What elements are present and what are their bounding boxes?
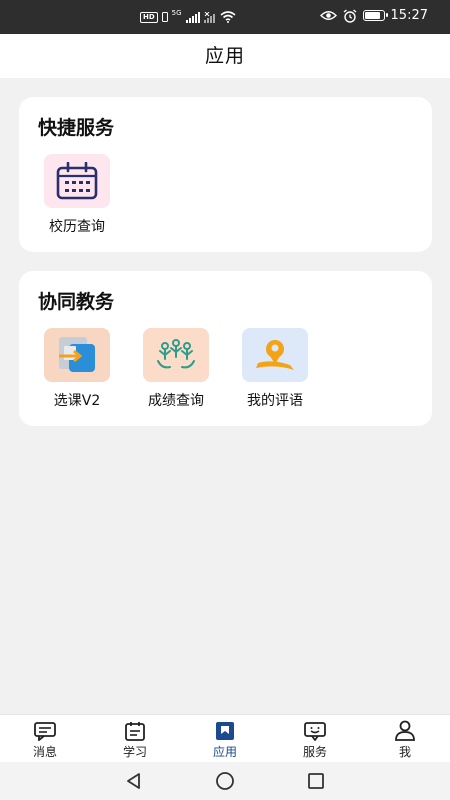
status-bar: HD 5G 15:27 [0,0,450,34]
app-calendar-query[interactable]: 校历查询 [32,154,122,236]
app-course-selection[interactable]: 选课V2 [32,328,122,410]
nav-label: 学习 [122,745,147,759]
calendar-icon [56,162,98,200]
alarm-icon [343,8,356,23]
nav-label: 应用 [212,745,237,759]
recents-icon[interactable] [307,772,325,790]
section-title: 快捷服务 [38,117,115,139]
network-status: HD 5G [140,9,236,24]
course-select-icon [59,337,95,372]
apps-icon [216,721,234,740]
app-label: 成绩查询 [148,393,204,409]
app-my-comments[interactable]: 我的评语 [230,328,320,410]
nav-apps[interactable]: 应用 [180,715,270,762]
home-icon[interactable] [215,771,235,791]
network-type: 5G [171,9,182,17]
nav-messages[interactable]: 消息 [0,715,90,762]
location-comment-icon [256,340,294,370]
signal-no-sim-icon [203,11,215,23]
nav-label: 服务 [302,745,327,759]
calendar-icon-tile [44,154,110,208]
signal-icon [185,11,200,23]
battery-icon [362,10,388,21]
app-header: 应用 [0,34,450,78]
sim-icon [161,12,168,22]
wifi-icon [220,11,236,23]
group-grades-icon-tile [143,328,209,382]
app-label: 校历查询 [49,219,105,235]
service-icon [304,721,326,741]
nav-study[interactable]: 学习 [90,715,180,762]
nav-profile[interactable]: 我 [360,715,450,762]
group-grades-icon [157,339,195,369]
nav-label: 我 [398,745,411,759]
nav-label: 消息 [32,745,57,759]
bottom-nav: 消息 学习 应用 服务 我 [0,714,450,762]
app-label: 选课V2 [53,393,101,409]
study-icon [125,721,145,741]
section-title: 协同教务 [38,291,115,313]
system-nav-bar [0,762,450,800]
academic-affairs-card: 协同教务 选课V2 成绩查询 我的评语 [19,271,432,426]
profile-icon [395,720,415,741]
course-select-icon-tile [44,328,110,382]
location-comment-icon-tile [242,328,308,382]
page-title: 应用 [204,45,245,67]
status-time: 15:27 [390,8,428,23]
app-grade-query[interactable]: 成绩查询 [131,328,221,410]
nav-services[interactable]: 服务 [270,715,360,762]
app-label: 我的评语 [247,393,303,409]
back-icon[interactable] [125,772,143,790]
quick-services-card: 快捷服务 校历查询 [19,97,432,252]
message-icon [34,721,56,741]
hd-badge: HD [140,11,158,23]
eye-icon [319,11,337,20]
